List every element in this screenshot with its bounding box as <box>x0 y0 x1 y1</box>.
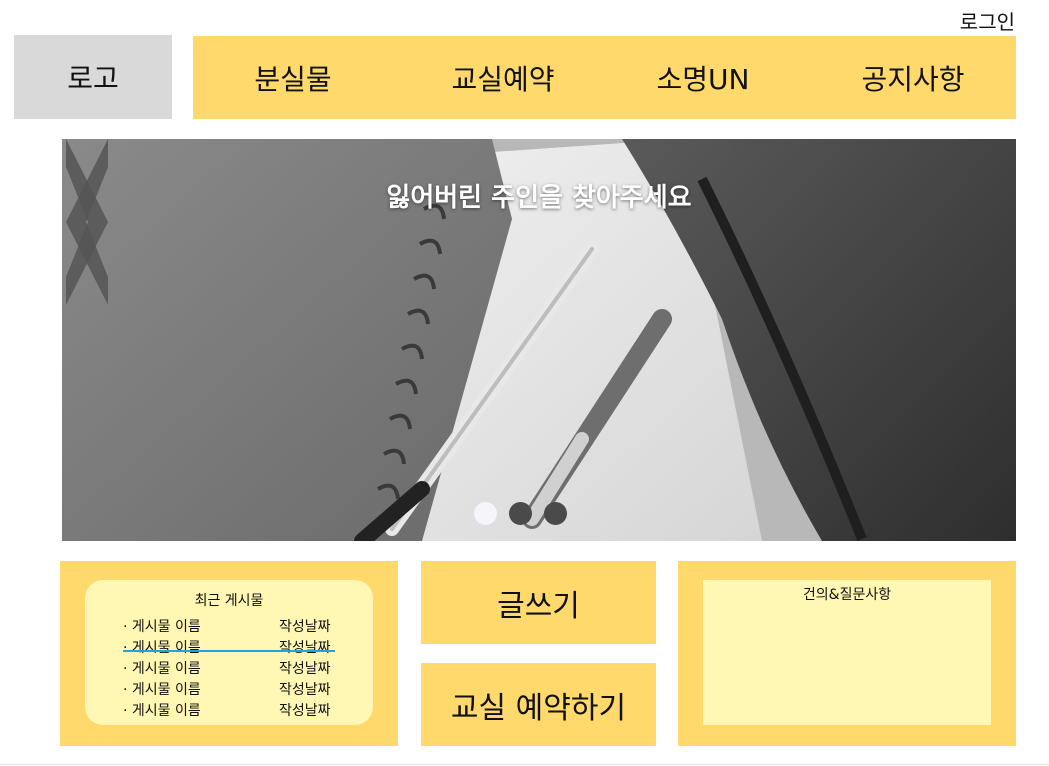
nav-item-somyung-un[interactable]: 소명UN <box>603 36 803 119</box>
slide-dot-2[interactable] <box>509 502 532 525</box>
banner-title: 잃어버린 주인을 찾아주세요 <box>386 183 692 213</box>
logo[interactable]: 로고 <box>14 35 172 119</box>
slide-dot-3[interactable] <box>544 502 567 525</box>
logo-label: 로고 <box>67 62 119 95</box>
slide-dot-1[interactable] <box>474 502 497 525</box>
post-name: · 게시물 이름 <box>123 682 201 698</box>
nav-item-notices[interactable]: 공지사항 <box>813 36 1013 119</box>
post-date: 작성날짜 <box>279 682 331 698</box>
inquiry-box[interactable]: 건의&질문사항 <box>703 580 991 725</box>
post-date: 작성날짜 <box>279 640 331 656</box>
nav-item-lost-items[interactable]: 분실물 <box>193 36 393 119</box>
hover-underline <box>123 650 335 652</box>
post-row[interactable]: · 게시물 이름 작성날짜 <box>123 637 343 656</box>
post-name: · 게시물 이름 <box>123 703 201 719</box>
recent-posts-box: 최근 게시물 · 게시물 이름 작성날짜 · 게시물 이름 작성날짜 · 게시물… <box>85 580 373 725</box>
post-name: · 게시물 이름 <box>123 661 201 677</box>
login-link[interactable]: 로그인 <box>960 6 1015 35</box>
nav-item-classroom-reservation[interactable]: 교실예약 <box>403 36 603 119</box>
post-row[interactable]: · 게시물 이름 작성날짜 <box>123 658 343 677</box>
bottom-divider <box>0 764 1049 765</box>
post-date: 작성날짜 <box>279 703 331 719</box>
inquiry-title: 건의&질문사항 <box>802 587 892 603</box>
hero-banner: 잃어버린 주인을 찾아주세요 <box>62 139 1016 541</box>
write-post-button[interactable]: 글쓰기 <box>421 561 656 644</box>
post-row[interactable]: · 게시물 이름 작성날짜 <box>123 679 343 698</box>
recent-posts-title: 최근 게시물 <box>194 593 264 609</box>
main-nav: 분실물 교실예약 소명UN 공지사항 <box>193 36 1016 119</box>
post-name: · 게시물 이름 <box>123 619 201 635</box>
inquiry-panel: 건의&질문사항 <box>678 561 1016 746</box>
post-date: 작성날짜 <box>279 661 331 677</box>
post-name: · 게시물 이름 <box>123 640 201 656</box>
post-row[interactable]: · 게시물 이름 작성날짜 <box>123 616 343 635</box>
reserve-classroom-button[interactable]: 교실 예약하기 <box>421 663 656 746</box>
post-row[interactable]: · 게시물 이름 작성날짜 <box>123 700 343 719</box>
recent-posts-panel: 최근 게시물 · 게시물 이름 작성날짜 · 게시물 이름 작성날짜 · 게시물… <box>60 561 398 746</box>
post-date: 작성날짜 <box>279 619 331 635</box>
chevron-right-icon[interactable] <box>62 139 112 305</box>
